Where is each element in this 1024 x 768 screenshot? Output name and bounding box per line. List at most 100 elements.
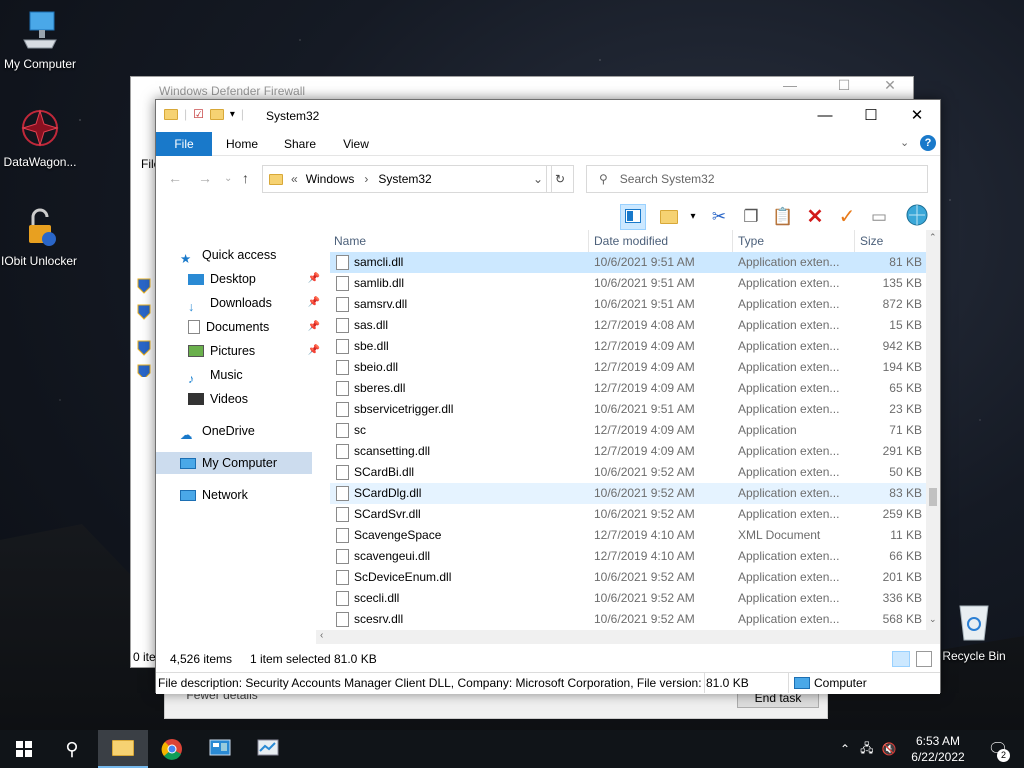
pin-icon[interactable]: 📌 [308,340,320,362]
pin-icon[interactable]: 📌 [308,292,320,314]
desktop-icon-recycle-bin[interactable]: Recycle Bin [934,602,1014,663]
show-hidden-icons[interactable]: ⌃ [840,742,850,756]
table-row[interactable]: SCardDlg.dll 10/6/2021 9:52 AM Application… [330,483,926,504]
start-button[interactable] [0,730,48,768]
table-row[interactable]: ScavengeSpace 12/7/2019 4:10 AM XML Docume… [330,525,926,546]
taskbar-chrome[interactable] [148,730,196,768]
explorer-window[interactable]: | ☑ ▾ | System32 — ☐ ✕ File Home Share V… [155,99,941,694]
nav-my-computer[interactable]: My Computer [156,452,312,474]
table-row[interactable]: ScDeviceEnum.dll 10/6/2021 9:52 AM Applica… [330,567,926,588]
desktop-icon-my-computer[interactable]: My Computer [0,10,80,71]
column-header: Name ⌃ Date modified Type Size [330,230,926,252]
tab-home[interactable]: Home [222,132,262,156]
new-folder-dropdown-icon[interactable]: ▾ [680,204,706,230]
up-button[interactable]: ↑ [242,170,249,186]
network-icon[interactable]: 🖧 [860,739,873,760]
nav-videos[interactable]: Videos [188,388,328,410]
clock[interactable]: 6:53 AM 6/22/2022 [906,733,970,765]
search-button[interactable]: ⚲ [48,730,96,768]
nav-music[interactable]: ♪ Music [188,364,328,386]
properties-icon[interactable]: ▭ [866,204,892,230]
globe-icon[interactable] [904,204,930,230]
rename-check-icon[interactable]: ✓ [834,204,860,230]
help-icon[interactable]: ? [920,135,936,151]
horizontal-scrollbar[interactable]: ‹ [316,630,940,644]
address-row: ← → ⌄ ↑ « Windows › System32 ⌄ ↻ ⚲ Searc… [156,156,940,200]
column-type[interactable]: Type [738,234,764,248]
scroll-up-icon[interactable]: ⌃ [929,232,937,243]
status-bar: 4,526 items 1 item selected 81.0 KB [156,648,940,670]
table-row[interactable]: sberes.dll 12/7/2019 4:09 AM Application e… [330,378,926,399]
taskbar-task-manager[interactable] [244,730,292,768]
tab-share[interactable]: Share [280,132,320,156]
breadcrumb-overflow-icon[interactable]: « [291,172,298,186]
table-row[interactable]: sas.dll 12/7/2019 4:08 AM Application exte… [330,315,926,336]
pin-icon[interactable]: 📌 [308,268,320,290]
desktop-icon-iobit-unlocker[interactable]: IObit Unlocker [0,207,78,268]
tab-view[interactable]: View [336,132,376,156]
details-view-icon[interactable] [892,651,910,667]
preview-pane-icon[interactable] [620,204,646,230]
volume-icon[interactable]: 🔇 [881,742,896,756]
maximize-button[interactable]: ☐ [848,100,894,132]
close-button[interactable]: ✕ [894,100,940,132]
nav-onedrive[interactable]: ☁ OneDrive [180,420,328,442]
column-date[interactable]: Date modified [594,234,668,248]
forward-button[interactable]: → [198,170,212,186]
scroll-left-icon[interactable]: ‹ [320,630,323,641]
refresh-button[interactable]: ↻ [546,165,574,193]
table-row[interactable]: sbservicetrigger.dll 10/6/2021 9:51 AM App… [330,399,926,420]
table-row[interactable]: scecli.dll 10/6/2021 9:52 AM Application e… [330,588,926,609]
taskbar-file-explorer[interactable] [98,730,148,768]
cut-icon[interactable]: ✂ [706,204,732,230]
new-folder-icon[interactable] [656,204,682,230]
folder-icon [164,108,178,120]
nav-downloads[interactable]: ↓ Downloads 📌 [188,292,328,314]
minimize-button[interactable]: — [802,100,848,132]
address-bar[interactable]: « Windows › System32 ⌄ [262,165,552,193]
expand-ribbon-icon[interactable]: ⌄ [900,136,909,149]
table-row[interactable]: scavengeui.dll 12/7/2019 4:10 AM Applicati… [330,546,926,567]
tab-file[interactable]: File [156,132,212,156]
vertical-scroll-thumb[interactable] [929,488,937,506]
table-row[interactable]: SCardBi.dll 10/6/2021 9:52 AM Application … [330,462,926,483]
large-icons-view-icon[interactable] [916,651,932,667]
desktop-icon-datawagon[interactable]: DataWagon... [0,108,80,169]
table-row[interactable]: sbe.dll 12/7/2019 4:09 AM Application exte… [330,336,926,357]
search-input[interactable]: ⚲ Search System32 [586,165,928,193]
table-row[interactable]: scesrv.dll 10/6/2021 9:52 AM Application e… [330,609,926,630]
table-row[interactable]: scansetting.dll 12/7/2019 4:09 AM Applicat… [330,441,926,462]
column-name[interactable]: Name [334,234,366,248]
delete-icon[interactable]: ✕ [802,204,828,230]
nav-desktop[interactable]: Desktop 📌 [188,268,328,290]
column-size[interactable]: Size [860,234,883,248]
breadcrumb-windows[interactable]: Windows [306,172,355,186]
customize-qat-icon[interactable]: ▾ [230,109,235,120]
table-row[interactable]: samlib.dll 10/6/2021 9:51 AM Application e… [330,273,926,294]
table-row[interactable]: samsrv.dll 10/6/2021 9:51 AM Application e… [330,294,926,315]
table-row[interactable]: sbeio.dll 12/7/2019 4:09 AM Application ex… [330,357,926,378]
table-row[interactable]: sc 12/7/2019 4:09 AM Application 71 KB [330,420,926,441]
back-button[interactable]: ← [168,170,182,186]
nav-documents[interactable]: Documents 📌 [188,316,328,338]
nav-network[interactable]: Network [180,484,328,506]
nav-pictures[interactable]: Pictures 📌 [188,340,328,362]
recent-locations-icon[interactable]: ⌄ [224,173,232,184]
file-name: ScDeviceEnum.dll [354,570,452,584]
file-type: Application exten... [738,297,840,311]
properties-icon[interactable]: ☑ [193,107,204,121]
new-folder-icon[interactable] [209,108,224,120]
copy-icon[interactable]: ❐ [738,204,764,230]
taskbar-control-panel[interactable] [196,730,244,768]
table-row[interactable]: samcli.dll 10/6/2021 9:51 AM Application e… [330,252,926,273]
table-row[interactable]: SCardSvr.dll 10/6/2021 9:52 AM Application… [330,504,926,525]
file-size: 194 KB [882,360,922,374]
breadcrumb-system32[interactable]: System32 [378,172,431,186]
nav-quick-access[interactable]: ★ Quick access [180,244,328,266]
scroll-down-icon[interactable]: ⌄ [929,614,937,625]
action-center-button[interactable]: 🗨 2 [976,730,1020,768]
vertical-scrollbar[interactable]: ⌃ ⌄ [926,230,940,630]
pin-icon[interactable]: 📌 [308,316,320,338]
paste-icon[interactable]: 📋 [770,204,796,230]
address-dropdown-icon[interactable]: ⌄ [533,172,543,186]
